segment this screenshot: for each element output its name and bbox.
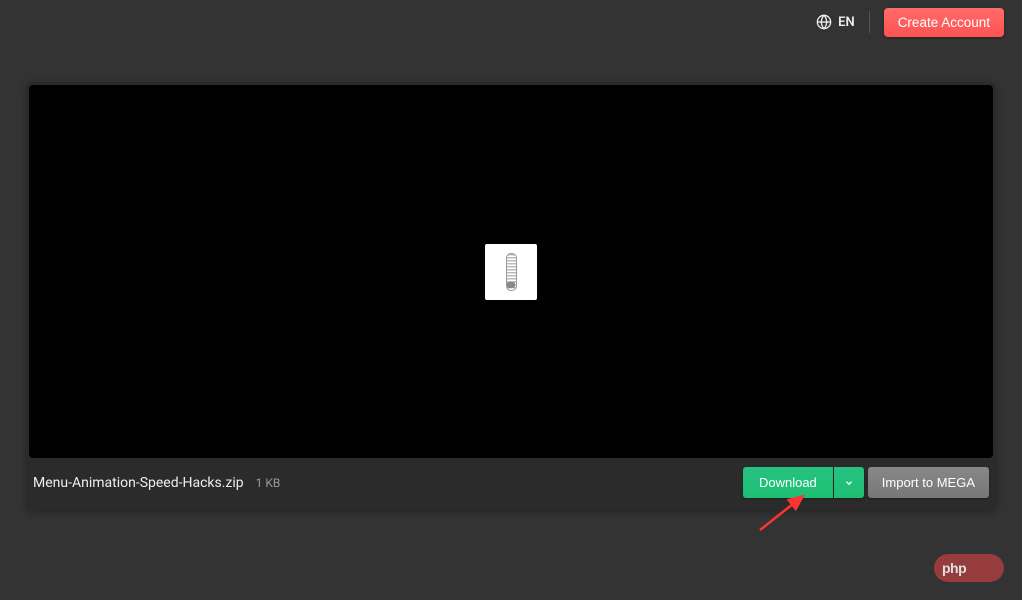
globe-icon [816,14,832,30]
top-bar: EN Create Account [0,0,1022,44]
download-button-group: Download [743,467,864,498]
download-button[interactable]: Download [743,467,833,498]
zipper-graphic [506,253,517,291]
file-panel: Menu-Animation-Speed-Hacks.zip 1 KB Down… [26,82,996,510]
create-account-button[interactable]: Create Account [884,8,1004,37]
file-name: Menu-Animation-Speed-Hacks.zip [33,475,244,491]
download-dropdown-button[interactable] [834,467,864,498]
import-button[interactable]: Import to MEGA [868,467,989,498]
file-info: Menu-Animation-Speed-Hacks.zip 1 KB [33,475,743,491]
language-selector[interactable]: EN [816,11,870,33]
action-buttons: Download Import to MEGA [743,467,989,498]
file-size: 1 KB [256,476,281,490]
chevron-down-icon [844,478,854,488]
info-bar: Menu-Animation-Speed-Hacks.zip 1 KB Down… [29,458,993,507]
preview-area [29,85,993,458]
watermark: php [934,554,1004,582]
watermark-text: php [942,560,966,576]
zip-file-icon [485,244,537,300]
language-label: EN [838,15,855,30]
